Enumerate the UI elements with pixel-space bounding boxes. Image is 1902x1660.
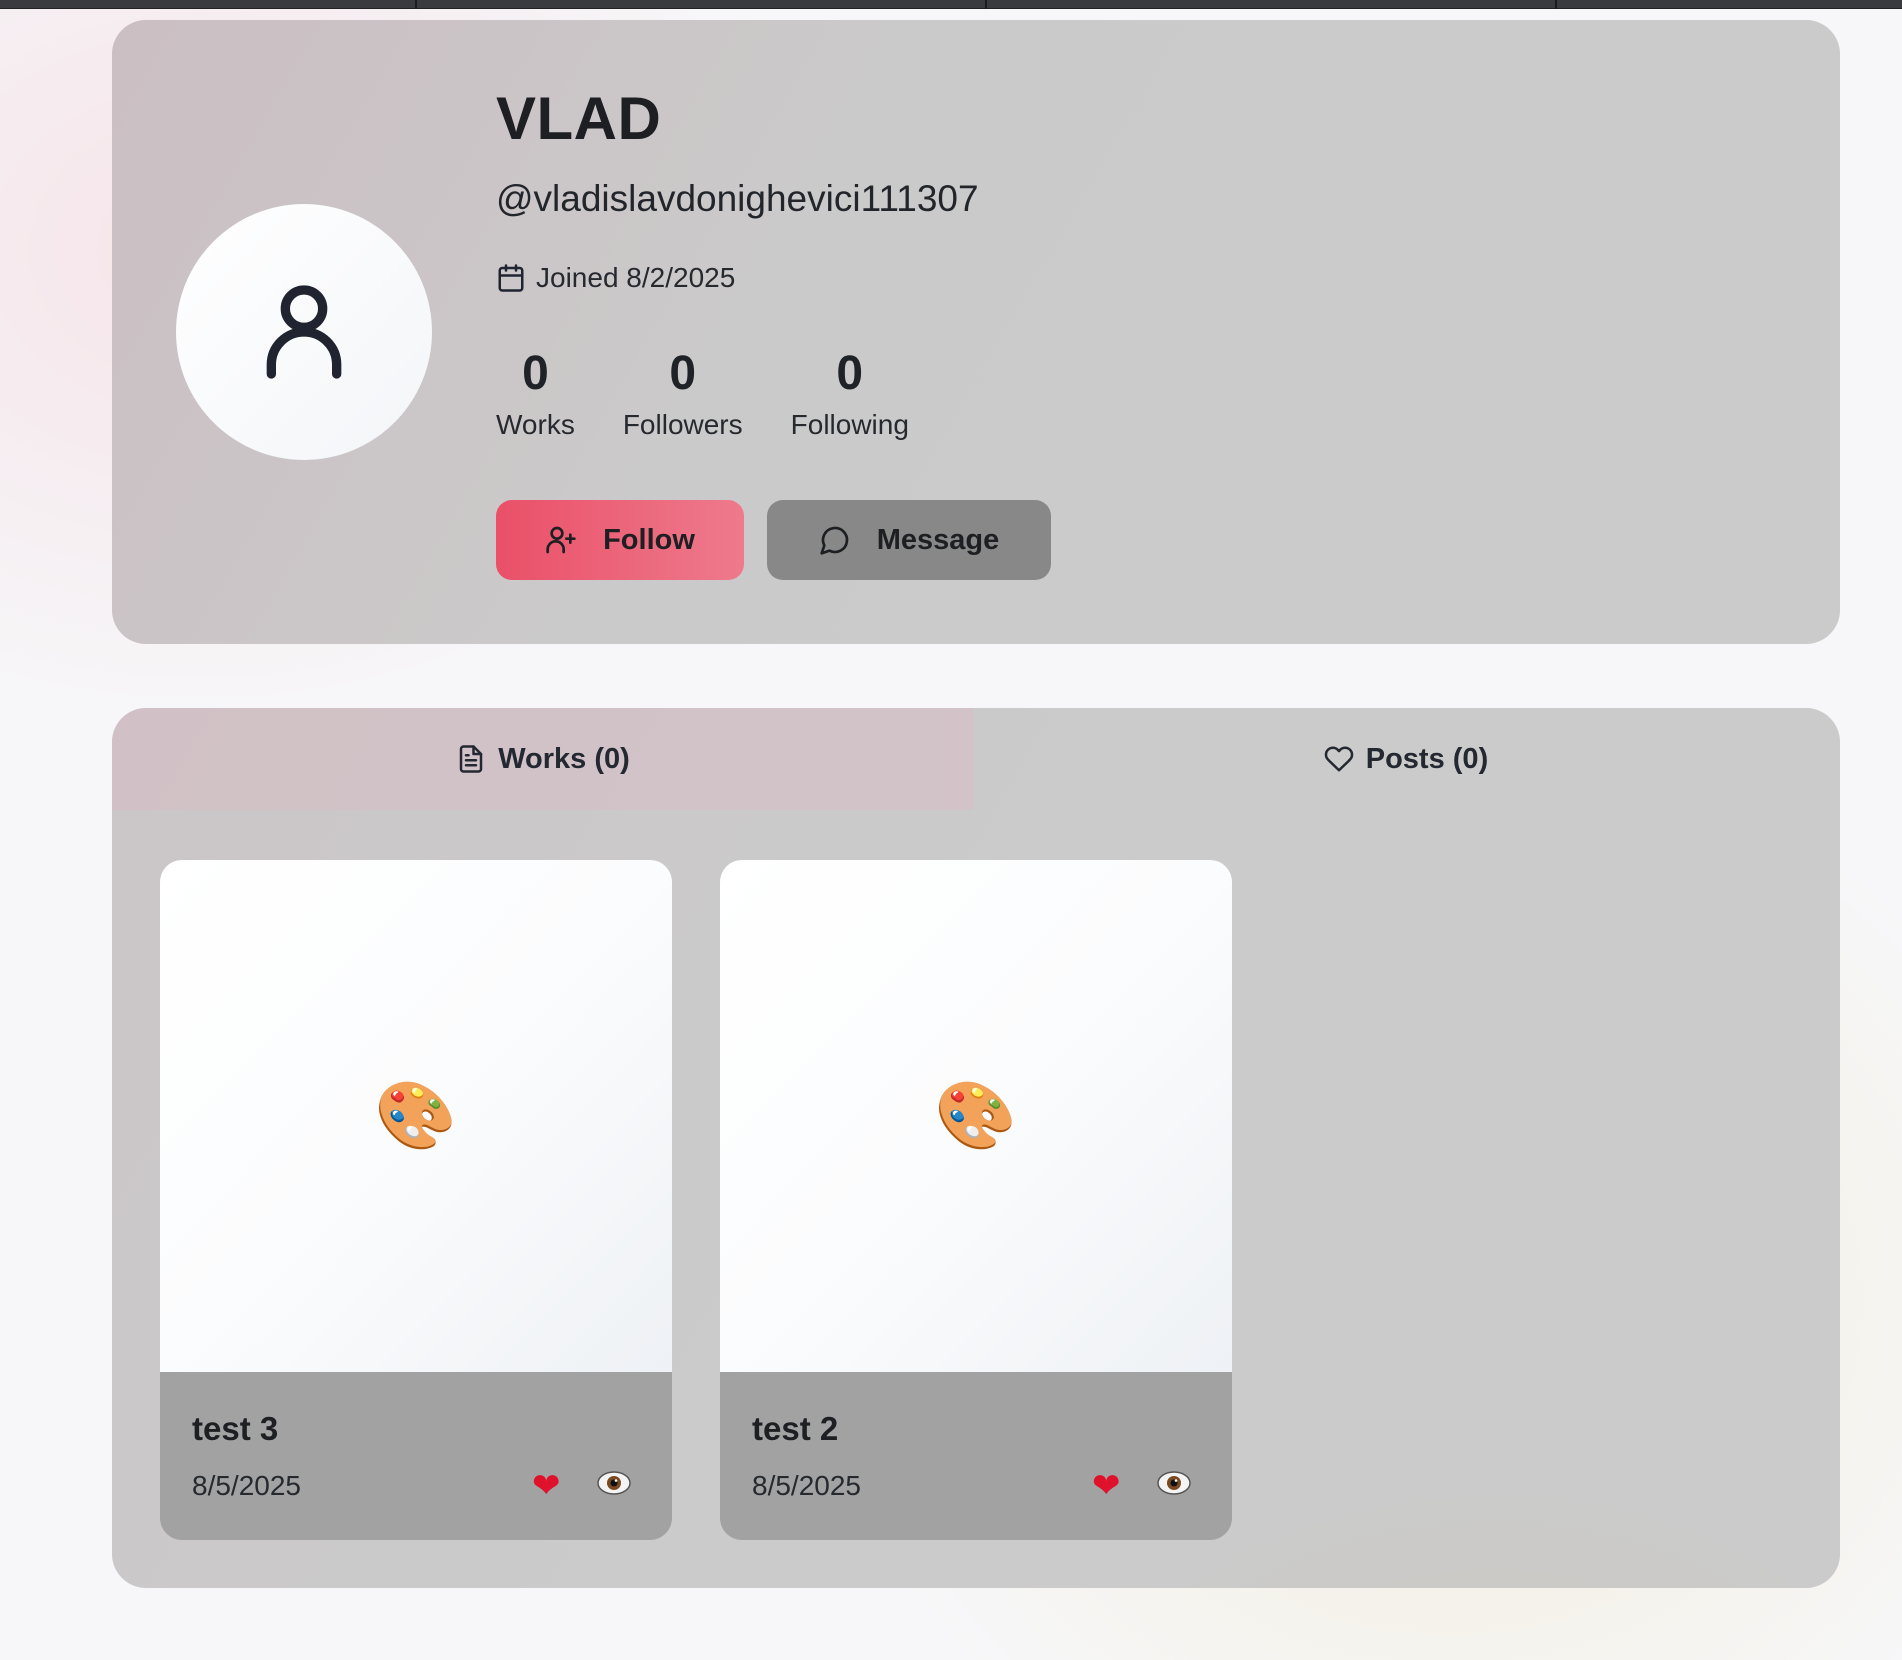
stat-value: 0 — [836, 347, 864, 400]
heart-icon[interactable]: ❤ — [1092, 1466, 1121, 1506]
document-icon — [459, 745, 483, 773]
heart-outline-icon — [1324, 746, 1353, 772]
work-info: test 2 8/5/2025 ❤ — [720, 1372, 1232, 1540]
stat-following[interactable]: 0 Following — [790, 347, 909, 441]
content-tabs: Works (0) Posts (0) — [112, 708, 1840, 810]
stat-value: 0 — [522, 347, 549, 400]
content-card: Works (0) Posts (0) 🎨 test 3 8/5/2025 ❤ — [112, 708, 1840, 1588]
user-icon — [266, 285, 342, 379]
palette-icon: 🎨 — [934, 1077, 1018, 1154]
work-thumbnail: 🎨 — [160, 860, 672, 1372]
tab-works[interactable]: Works (0) — [112, 708, 974, 810]
heart-icon[interactable]: ❤ — [532, 1466, 561, 1506]
calendar-icon — [498, 264, 524, 292]
tab-works-label: Works (0) — [498, 742, 630, 775]
joined-date: Joined 8/2/2025 — [496, 262, 735, 294]
eye-icon[interactable] — [1156, 1468, 1192, 1498]
profile-display-name: VLAD — [496, 85, 662, 152]
stat-label: Followers — [622, 408, 743, 440]
tab-posts-label: Posts (0) — [1365, 742, 1489, 775]
profile-card: VLAD @vladislavdonighevici111307 Joined … — [112, 20, 1840, 644]
top-bar-divider — [1555, 0, 1557, 9]
profile-stats: 0 Works 0 Followers 0 Following — [496, 347, 909, 441]
profile-handle: @vladislavdonighevici111307 — [496, 178, 979, 219]
stat-value: 0 — [669, 347, 697, 400]
avatar — [176, 204, 432, 460]
message-button-label: Message — [876, 523, 1000, 556]
palette-icon: 🎨 — [374, 1077, 458, 1154]
stat-works[interactable]: 0 Works — [496, 347, 575, 441]
work-info: test 3 8/5/2025 ❤ — [160, 1372, 672, 1540]
stat-label: Works — [496, 408, 575, 440]
work-date: 8/5/2025 — [752, 1470, 861, 1501]
work-thumbnail: 🎨 — [720, 860, 1232, 1372]
work-card[interactable]: 🎨 test 3 8/5/2025 ❤ — [160, 860, 672, 1540]
work-title: test 2 — [752, 1410, 839, 1447]
user-plus-icon — [546, 526, 576, 554]
top-bar-divider — [985, 0, 987, 9]
follow-button[interactable]: Follow — [496, 500, 744, 580]
stat-label: Following — [790, 408, 909, 440]
follow-button-label: Follow — [603, 523, 695, 556]
tab-posts[interactable]: Posts (0) — [974, 708, 1838, 810]
stat-followers[interactable]: 0 Followers — [622, 347, 743, 441]
chat-bubble-icon — [820, 526, 849, 555]
top-bar-divider — [415, 0, 417, 9]
joined-date-text: Joined 8/2/2025 — [536, 262, 736, 293]
work-card[interactable]: 🎨 test 2 8/5/2025 ❤ — [720, 860, 1232, 1540]
message-button[interactable]: Message — [767, 500, 1051, 580]
browser-top-bar — [0, 0, 1902, 9]
work-title: test 3 — [192, 1410, 279, 1447]
work-date: 8/5/2025 — [192, 1470, 301, 1501]
eye-icon[interactable] — [596, 1468, 632, 1498]
